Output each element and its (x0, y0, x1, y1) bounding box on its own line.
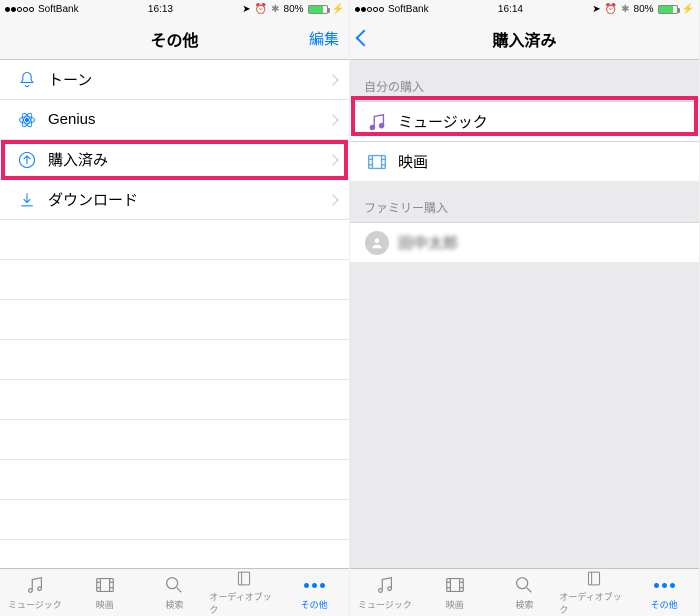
location-icon: ➤ (592, 4, 600, 15)
tab-search[interactable]: 検索 (140, 569, 210, 616)
search-icon (513, 574, 535, 596)
chevron-right-icon (327, 154, 338, 165)
row-music[interactable]: ミュージック (350, 101, 699, 141)
tab-bar: ミュージック 映画 検索 オーディオブック その他 (0, 568, 349, 616)
tab-movies[interactable]: 映画 (70, 569, 140, 616)
alarm-icon: ⏰ (255, 4, 267, 15)
charging-icon: ⚡ (682, 4, 694, 15)
tab-label: オーディオブック (209, 590, 279, 616)
screen-other: SoftBank 16:13 ➤ ⏰ ✱ 80% ⚡ その他 編集 トーン (0, 0, 350, 616)
page-title: 購入済み (492, 27, 556, 51)
row-downloads[interactable]: ダウンロード (0, 180, 349, 220)
status-bar: SoftBank 16:13 ➤ ⏰ ✱ 80% ⚡ (0, 0, 349, 18)
tab-label: その他 (301, 598, 328, 611)
chevron-right-icon (327, 74, 338, 85)
tab-search[interactable]: 検索 (490, 569, 560, 616)
avatar-icon (364, 231, 390, 255)
row-label: トーン (40, 69, 329, 90)
tab-label: オーディオブック (559, 590, 629, 616)
row-label: 田中太郎 (390, 232, 687, 253)
charging-icon: ⚡ (332, 4, 344, 15)
more-icon (304, 574, 325, 596)
row-genius[interactable]: Genius (0, 100, 349, 140)
alarm-icon: ⏰ (605, 4, 617, 15)
carrier-label: SoftBank (38, 4, 79, 15)
audiobook-icon (583, 569, 605, 588)
download-icon (14, 190, 40, 210)
row-movies[interactable]: 映画 (350, 141, 699, 181)
nav-bar: その他 編集 (0, 18, 349, 60)
chevron-left-icon (356, 29, 373, 46)
back-button[interactable] (358, 31, 370, 47)
row-label: Genius (40, 111, 329, 128)
row-label: 購入済み (40, 149, 329, 170)
row-tones[interactable]: トーン (0, 60, 349, 100)
music-icon (24, 574, 46, 596)
row-label: ミュージック (390, 111, 687, 132)
chevron-right-icon (327, 194, 338, 205)
film-icon (444, 574, 466, 596)
status-bar: SoftBank 16:14 ➤ ⏰ ✱ 80% ⚡ (350, 0, 699, 18)
chevron-right-icon (327, 114, 338, 125)
screen-purchased: SoftBank 16:14 ➤ ⏰ ✱ 80% ⚡ 購入済み 自分の購入 ミュ… (350, 0, 700, 616)
tab-music[interactable]: ミュージック (350, 569, 420, 616)
signal-strength-icon (5, 7, 34, 12)
clock: 16:14 (429, 4, 593, 15)
tab-movies[interactable]: 映画 (420, 569, 490, 616)
nav-bar: 購入済み (350, 18, 699, 60)
bell-icon (14, 70, 40, 90)
empty-rows (0, 220, 349, 568)
row-label: ダウンロード (40, 189, 329, 210)
list: トーン Genius 購入済み ダウンロード (0, 60, 349, 568)
grouped-list: 自分の購入 ミュージック 映画 ファミリー購入 田中太郎 (350, 60, 699, 568)
search-icon (163, 574, 185, 596)
film-icon (364, 151, 390, 173)
battery-icon (308, 5, 328, 14)
battery-icon (658, 5, 678, 14)
row-label: 映画 (390, 151, 687, 172)
tab-label: 検索 (515, 598, 533, 611)
tab-audiobooks[interactable]: オーディオブック (209, 569, 279, 616)
battery-percent: 80% (634, 4, 654, 15)
atom-icon (14, 110, 40, 130)
bluetooth-icon: ✱ (621, 4, 629, 15)
bluetooth-icon: ✱ (271, 4, 279, 15)
clock: 16:13 (79, 4, 243, 15)
film-icon (94, 574, 116, 596)
row-purchased[interactable]: 購入済み (0, 140, 349, 180)
audiobook-icon (233, 569, 255, 588)
tab-label: 映画 (446, 598, 464, 611)
tab-music[interactable]: ミュージック (0, 569, 70, 616)
carrier-label: SoftBank (388, 4, 429, 15)
more-icon (654, 574, 675, 596)
tab-label: ミュージック (358, 598, 412, 611)
page-title: その他 (150, 27, 198, 51)
battery-percent: 80% (284, 4, 304, 15)
tab-label: ミュージック (8, 598, 62, 611)
tab-more[interactable]: その他 (279, 569, 349, 616)
signal-strength-icon (355, 7, 384, 12)
edit-button[interactable]: 編集 (309, 28, 339, 49)
location-icon: ➤ (242, 4, 250, 15)
tab-more[interactable]: その他 (629, 569, 699, 616)
purchased-icon (14, 150, 40, 170)
tab-label: その他 (651, 598, 678, 611)
tab-label: 検索 (165, 598, 183, 611)
music-icon (374, 574, 396, 596)
tab-audiobooks[interactable]: オーディオブック (559, 569, 629, 616)
section-header-family: ファミリー購入 (350, 181, 699, 222)
music-note-icon (364, 111, 390, 133)
row-family-member[interactable]: 田中太郎 (350, 222, 699, 262)
tab-label: 映画 (96, 598, 114, 611)
tab-bar: ミュージック 映画 検索 オーディオブック その他 (350, 568, 699, 616)
section-header-own: 自分の購入 (350, 60, 699, 101)
